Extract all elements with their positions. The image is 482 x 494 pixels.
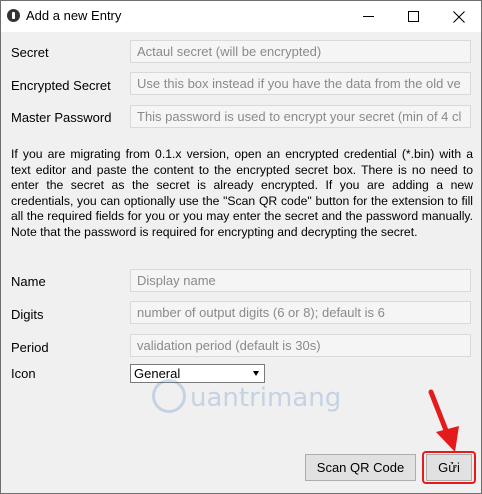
master-password-input[interactable] <box>130 105 471 128</box>
name-input[interactable] <box>130 269 471 292</box>
dialog-content: Secret Encrypted Secret Master Password … <box>1 32 481 493</box>
secret-input[interactable] <box>130 40 471 63</box>
icon-label: Icon <box>11 366 36 381</box>
maximize-icon <box>408 11 419 22</box>
period-label: Period <box>11 340 49 355</box>
master-password-label: Master Password <box>11 110 112 125</box>
digits-input[interactable] <box>130 301 471 324</box>
period-input[interactable] <box>130 334 471 357</box>
maximize-button[interactable] <box>391 1 436 32</box>
watermark-logo-icon <box>152 379 186 413</box>
close-icon <box>452 10 465 23</box>
dialog-window: Add a new Entry Secret Encrypted Secret … <box>0 0 482 494</box>
watermark: uantrimang <box>146 377 356 417</box>
secret-label: Secret <box>11 45 49 60</box>
red-arrow-annotation-icon <box>428 389 459 452</box>
title-bar[interactable]: Add a new Entry <box>1 1 481 32</box>
minimize-button[interactable] <box>346 1 391 32</box>
close-button[interactable] <box>436 1 481 32</box>
name-label: Name <box>11 274 46 289</box>
watermark-text: uantrimang <box>190 383 342 413</box>
encrypted-secret-label: Encrypted Secret <box>11 78 111 93</box>
app-key-icon <box>7 9 20 22</box>
dropdown-arrow-icon <box>253 371 259 376</box>
encrypted-secret-input[interactable] <box>130 72 471 95</box>
scan-qr-code-button[interactable]: Scan QR Code <box>305 454 416 481</box>
migration-info-text: If you are migrating from 0.1.x version,… <box>11 147 473 239</box>
digits-label: Digits <box>11 307 44 322</box>
window-title: Add a new Entry <box>26 8 122 23</box>
minimize-icon <box>363 16 374 17</box>
